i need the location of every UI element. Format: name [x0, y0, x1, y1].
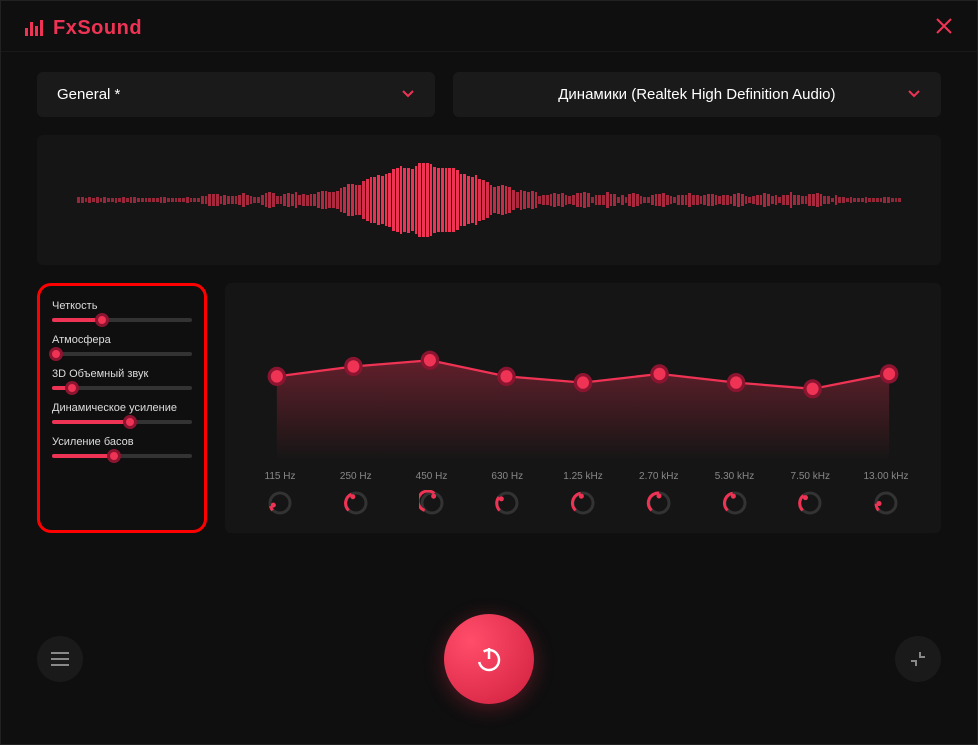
power-button[interactable] — [444, 614, 534, 704]
slider-label: Динамическое усиление — [52, 402, 192, 414]
eq-node[interactable] — [575, 375, 590, 391]
eq-knob[interactable] — [797, 490, 823, 516]
slider-label: Четкость — [52, 300, 192, 312]
slider-track[interactable] — [52, 318, 192, 322]
slider-label: 3D Объемный звук — [52, 368, 192, 380]
eq-band-5: 2.70 kHz — [634, 471, 684, 516]
eq-band-1: 250 Hz — [331, 471, 381, 516]
hamburger-icon — [51, 652, 69, 666]
output-label: Динамики (Realtek High Definition Audio) — [558, 86, 835, 103]
eq-band-3: 630 Hz — [482, 471, 532, 516]
eq-freq-label: 7.50 kHz — [791, 471, 830, 482]
eq-freq-label: 5.30 kHz — [715, 471, 754, 482]
logo-bars-icon — [25, 20, 43, 36]
equalizer-panel: 115 Hz 250 Hz 450 Hz 630 Hz — [225, 283, 941, 533]
slider-thumb[interactable] — [49, 347, 63, 361]
eq-knob[interactable] — [343, 490, 369, 516]
collapse-icon — [910, 651, 926, 667]
waveform — [77, 160, 901, 240]
slider-track[interactable] — [52, 454, 192, 458]
power-icon — [472, 642, 506, 676]
eq-graph — [255, 303, 911, 461]
app-window: FxSound General * Динамики (Realtek High… — [0, 0, 978, 745]
eq-knob[interactable] — [873, 490, 899, 516]
eq-freq-label: 250 Hz — [340, 471, 372, 482]
menu-button[interactable] — [37, 636, 83, 682]
preset-dropdown[interactable]: General * — [37, 72, 435, 117]
eq-band-2: 450 Hz — [407, 471, 457, 516]
output-dropdown[interactable]: Динамики (Realtek High Definition Audio) — [453, 72, 941, 117]
slider-thumb[interactable] — [65, 381, 79, 395]
preset-label: General * — [57, 86, 120, 103]
close-button[interactable] — [935, 15, 953, 41]
eq-knob[interactable] — [722, 490, 748, 516]
eq-bands-row: 115 Hz 250 Hz 450 Hz 630 Hz — [255, 471, 911, 516]
eq-band-6: 5.30 kHz — [710, 471, 760, 516]
eq-node[interactable] — [652, 366, 667, 382]
chevron-down-icon — [401, 86, 415, 103]
eq-freq-label: 450 Hz — [416, 471, 448, 482]
eq-node[interactable] — [499, 368, 514, 384]
eq-knob[interactable] — [570, 490, 596, 516]
eq-knob[interactable] — [494, 490, 520, 516]
minimize-button[interactable] — [895, 636, 941, 682]
effects-panel: Четкость Атмосфера 3D Объемный звук Дина… — [37, 283, 207, 533]
content-area: General * Динамики (Realtek High Definit… — [1, 52, 977, 744]
app-logo: FxSound — [25, 17, 142, 40]
eq-band-8: 13.00 kHz — [861, 471, 911, 516]
chevron-down-icon — [907, 86, 921, 103]
dropdown-row: General * Динамики (Realtek High Definit… — [37, 72, 941, 117]
eq-knob[interactable] — [646, 490, 672, 516]
eq-node[interactable] — [346, 359, 361, 375]
controls-row: Четкость Атмосфера 3D Объемный звук Дина… — [37, 283, 941, 533]
eq-knob[interactable] — [419, 490, 445, 516]
slider-4: Усиление басов — [52, 436, 192, 458]
slider-3: Динамическое усиление — [52, 402, 192, 424]
eq-node[interactable] — [269, 368, 284, 384]
titlebar: FxSound — [1, 1, 977, 52]
eq-band-4: 1.25 kHz — [558, 471, 608, 516]
slider-label: Усиление басов — [52, 436, 192, 448]
app-name: FxSound — [53, 17, 142, 40]
eq-node[interactable] — [881, 366, 896, 382]
eq-freq-label: 630 Hz — [491, 471, 523, 482]
eq-freq-label: 1.25 kHz — [563, 471, 602, 482]
eq-knob[interactable] — [267, 490, 293, 516]
eq-node[interactable] — [728, 375, 743, 391]
eq-freq-label: 13.00 kHz — [863, 471, 908, 482]
slider-2: 3D Объемный звук — [52, 368, 192, 390]
slider-thumb[interactable] — [107, 449, 121, 463]
eq-freq-label: 115 Hz — [265, 471, 296, 482]
slider-track[interactable] — [52, 420, 192, 424]
eq-node[interactable] — [805, 381, 820, 397]
slider-1: Атмосфера — [52, 334, 192, 356]
eq-freq-label: 2.70 kHz — [639, 471, 678, 482]
bottom-controls — [37, 604, 941, 724]
slider-thumb[interactable] — [95, 313, 109, 327]
slider-track[interactable] — [52, 352, 192, 356]
eq-band-7: 7.50 kHz — [785, 471, 835, 516]
eq-node[interactable] — [422, 352, 437, 368]
slider-thumb[interactable] — [123, 415, 137, 429]
slider-0: Четкость — [52, 300, 192, 322]
slider-track[interactable] — [52, 386, 192, 390]
close-icon — [935, 17, 953, 35]
slider-label: Атмосфера — [52, 334, 192, 346]
eq-band-0: 115 Hz — [255, 471, 305, 516]
visualizer-panel — [37, 135, 941, 265]
